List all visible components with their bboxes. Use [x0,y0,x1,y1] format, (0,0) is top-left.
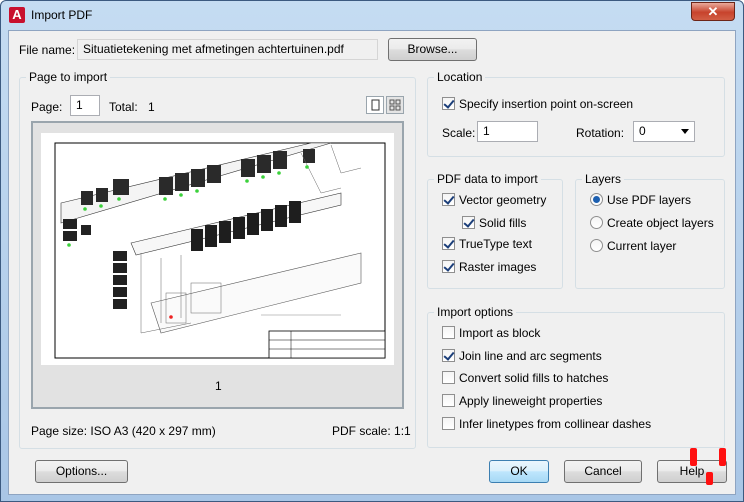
page-to-import-title: Page to import [26,70,111,84]
infer-linetypes-label: Infer linetypes from collinear dashes [459,417,652,431]
rotation-select[interactable]: 0 [633,121,695,142]
thumbnail-grid-view-button[interactable] [386,96,404,114]
single-page-view-icon [371,99,380,111]
single-page-view-button[interactable] [366,96,384,114]
specify-insertion-checkbox[interactable] [442,97,455,110]
scale-value: 1 [483,124,490,138]
dropdown-arrow-icon [681,129,689,134]
vector-geometry-label: Vector geometry [459,193,547,207]
options-button[interactable]: Options... [35,460,128,483]
scale-label: Scale: [442,126,476,140]
close-icon: ✕ [707,4,719,19]
infer-linetypes-checkbox[interactable] [442,417,455,430]
current-layer-radio[interactable] [590,239,603,252]
red-highlight-marker [706,472,713,485]
use-pdf-layers-label: Use PDF layers [607,193,692,207]
title-bar[interactable]: A Import PDF ✕ [1,1,743,29]
import-as-block-label: Import as block [459,326,541,340]
vector-geometry-checkbox[interactable] [442,193,455,206]
pdf-data-title: PDF data to import [434,172,541,186]
pdf-preview-frame[interactable]: 1 [31,121,404,409]
thumbnail-page-number: 1 [215,379,222,393]
join-segments-label: Join line and arc segments [459,349,602,363]
pdf-scale-text: PDF scale: 1:1 [332,424,411,438]
file-name-label: File name: [19,43,76,57]
pdf-page-thumbnail [41,133,394,365]
raster-images-checkbox[interactable] [442,260,455,273]
location-group: Location [427,70,725,157]
file-name-field[interactable]: Situatietekening met afmetingen achtertu… [77,39,378,60]
close-button[interactable]: ✕ [691,2,735,21]
use-pdf-layers-radio[interactable] [590,193,603,206]
location-title: Location [434,70,486,84]
join-segments-checkbox[interactable] [442,349,455,362]
page-number-value: 1 [76,98,83,112]
dialog-client-area: File name: Situatietekening met afmeting… [8,30,736,495]
import-as-block-checkbox[interactable] [442,326,455,339]
rotation-value: 0 [639,124,646,138]
autocad-app-icon: A [9,7,25,23]
page-label: Page: [31,100,63,114]
page-size-text: Page size: ISO A3 (420 x 297 mm) [31,424,216,438]
layers-title: Layers [582,172,625,186]
site-plan-drawing [54,142,386,359]
red-highlight-marker [690,448,697,466]
rotation-label: Rotation: [576,126,625,140]
import-pdf-window: A Import PDF ✕ File name: Situatietekeni… [0,0,744,502]
ok-button[interactable]: OK [489,460,549,483]
window-title: Import PDF [31,8,93,22]
page-number-input[interactable]: 1 [70,95,100,116]
file-name-value: Situatietekening met afmetingen achtertu… [83,42,344,56]
red-highlight-marker [719,448,726,466]
solid-fills-label: Solid fills [479,216,527,230]
create-object-layers-radio[interactable] [590,216,603,229]
thumbnail-grid-view-icon [389,99,401,111]
convert-fills-checkbox[interactable] [442,371,455,384]
total-label: Total: [109,100,138,114]
convert-fills-label: Convert solid fills to hatches [459,371,609,385]
import-options-title: Import options [434,305,517,319]
scale-input[interactable]: 1 [477,121,538,142]
apply-lineweight-label: Apply lineweight properties [459,394,603,408]
cancel-button[interactable]: Cancel [564,460,642,483]
total-value: 1 [148,100,155,114]
solid-fills-checkbox[interactable] [462,216,475,229]
browse-button[interactable]: Browse... [388,38,477,61]
truetype-text-label: TrueType text [459,237,532,251]
raster-images-label: Raster images [459,260,537,274]
apply-lineweight-checkbox[interactable] [442,394,455,407]
specify-insertion-label: Specify insertion point on-screen [459,97,634,111]
current-layer-label: Current layer [607,239,677,253]
truetype-text-checkbox[interactable] [442,237,455,250]
create-object-layers-label: Create object layers [607,216,714,230]
